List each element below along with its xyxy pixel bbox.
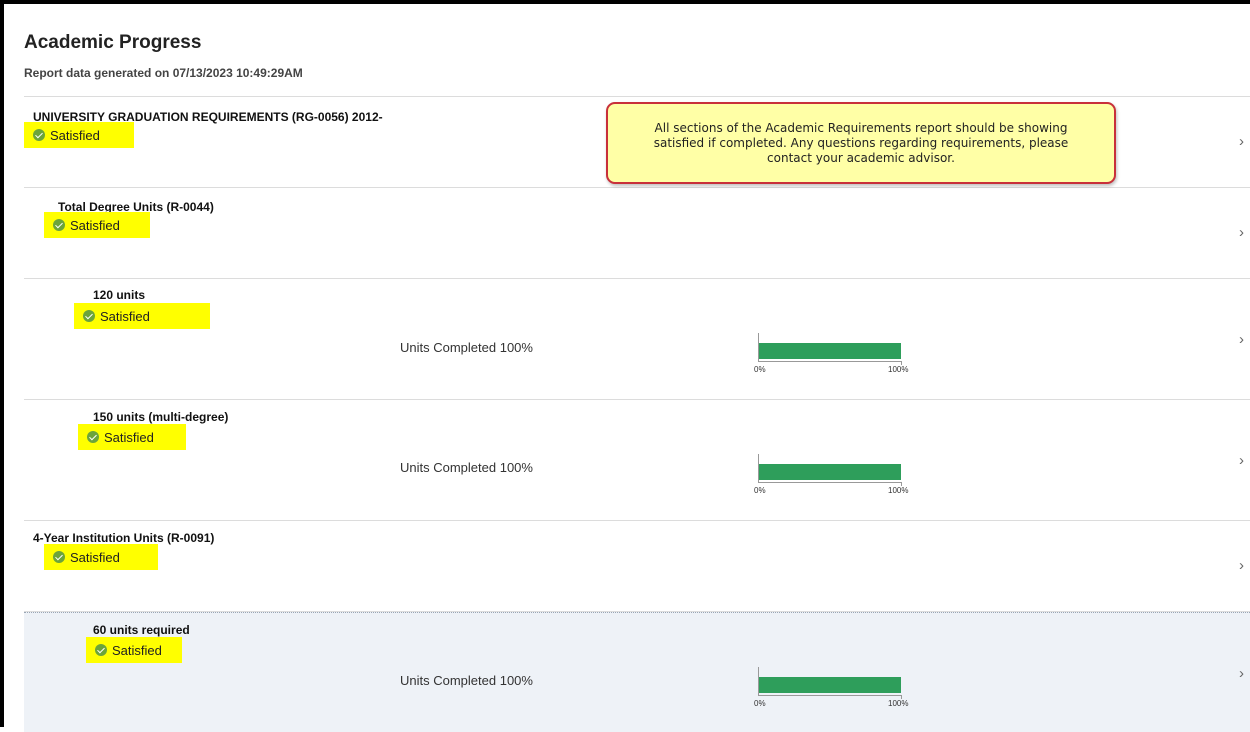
check-circle-icon xyxy=(53,219,65,231)
requirement-row-total-degree-units[interactable]: Total Degree Units (R-0044) Satisfied › xyxy=(24,188,1250,279)
status-label: Satisfied xyxy=(100,308,150,324)
window-border-top xyxy=(0,0,1250,4)
chevron-right-icon[interactable]: › xyxy=(1239,557,1244,574)
row-title: 150 units (multi-degree) xyxy=(93,410,229,424)
status-badge: Satisfied xyxy=(74,303,210,329)
progress-label: Units Completed 100% xyxy=(400,673,533,688)
check-circle-icon xyxy=(53,551,65,563)
chevron-right-icon[interactable]: › xyxy=(1239,133,1244,150)
status-label: Satisfied xyxy=(70,549,120,565)
progress-axis-min: 0% xyxy=(754,699,766,708)
chevron-right-icon[interactable]: › xyxy=(1239,665,1244,682)
progress-label: Units Completed 100% xyxy=(400,460,533,475)
check-circle-icon xyxy=(87,431,99,443)
status-badge: Satisfied xyxy=(78,424,186,450)
status-label: Satisfied xyxy=(70,217,120,233)
requirement-row-60-units[interactable]: 60 units required Satisfied Units Comple… xyxy=(24,612,1250,732)
callout-text: All sections of the Academic Requirement… xyxy=(653,120,1069,165)
window-border-left xyxy=(0,0,4,727)
advisor-callout-note: All sections of the Academic Requirement… xyxy=(606,102,1116,184)
report-date: Report data generated on 07/13/2023 10:4… xyxy=(24,66,303,80)
status-label: Satisfied xyxy=(50,127,100,143)
row-title: 120 units xyxy=(93,288,146,302)
progress-bar-fill xyxy=(759,677,901,693)
status-badge: Satisfied xyxy=(86,637,182,663)
progress-axis-max: 100% xyxy=(888,699,909,708)
progress-bar: 0% 100% xyxy=(754,667,924,708)
status-label: Satisfied xyxy=(104,429,154,445)
progress-axis-min: 0% xyxy=(754,365,766,374)
progress-bar-fill xyxy=(759,343,901,359)
progress-bar-fill xyxy=(759,464,901,480)
check-circle-icon xyxy=(33,129,45,141)
check-circle-icon xyxy=(95,644,107,656)
requirements-list: UNIVERSITY GRADUATION REQUIREMENTS (RG-0… xyxy=(24,96,1250,732)
requirement-row-150-units[interactable]: 150 units (multi-degree) Satisfied Units… xyxy=(24,400,1250,521)
status-label: Satisfied xyxy=(112,642,162,658)
progress-axis-max: 100% xyxy=(888,365,909,374)
check-circle-icon xyxy=(83,310,95,322)
status-badge: Satisfied xyxy=(24,122,134,148)
requirement-row-120-units[interactable]: 120 units Satisfied Units Completed 100%… xyxy=(24,279,1250,400)
progress-bar: 0% 100% xyxy=(754,333,924,374)
status-badge: Satisfied xyxy=(44,212,150,238)
requirement-row-4-year-institution-units[interactable]: 4-Year Institution Units (R-0091) Satisf… xyxy=(24,521,1250,612)
chevron-right-icon[interactable]: › xyxy=(1239,224,1244,241)
progress-bar: 0% 100% xyxy=(754,454,924,495)
progress-axis-max: 100% xyxy=(888,486,909,495)
progress-label: Units Completed 100% xyxy=(400,340,533,355)
progress-axis-min: 0% xyxy=(754,486,766,495)
chevron-right-icon[interactable]: › xyxy=(1239,452,1244,469)
status-badge: Satisfied xyxy=(44,544,158,570)
row-title: 60 units required xyxy=(93,623,190,637)
page-title: Academic Progress xyxy=(24,32,202,53)
chevron-right-icon[interactable]: › xyxy=(1239,331,1244,348)
row-title: 4-Year Institution Units (R-0091) xyxy=(33,531,215,545)
